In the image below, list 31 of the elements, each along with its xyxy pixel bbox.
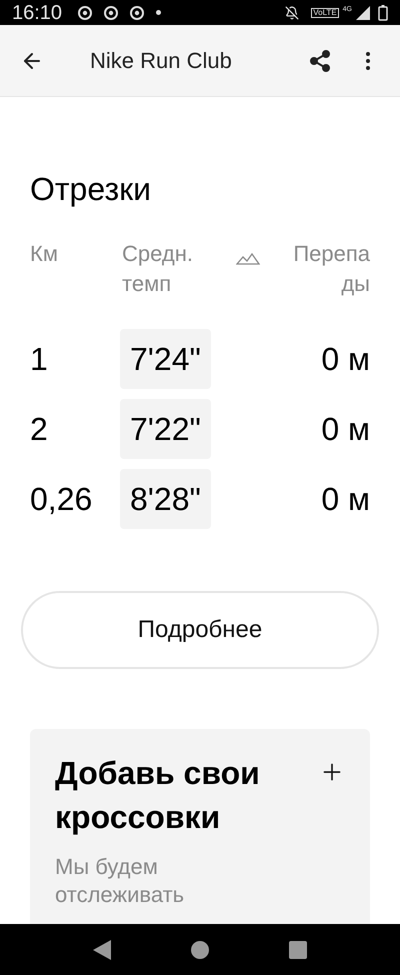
column-header: Перепа ды bbox=[292, 240, 370, 298]
table-cell-text: 0,26 bbox=[30, 480, 94, 519]
recents-icon[interactable] bbox=[289, 940, 307, 958]
back-nav-icon[interactable] bbox=[93, 940, 111, 960]
table-cell-text: 2 bbox=[30, 410, 49, 449]
section-title: Отрезки bbox=[30, 173, 152, 205]
home-icon[interactable] bbox=[191, 940, 209, 958]
table-cell-text: 0 м bbox=[321, 340, 370, 379]
elevation-icon bbox=[236, 251, 260, 265]
card-text: Мы будем отслеживать bbox=[55, 853, 186, 909]
browser-icon bbox=[104, 6, 118, 20]
battery-icon bbox=[378, 4, 388, 20]
column-header: Км bbox=[30, 240, 59, 268]
app-title: Nike Run Club bbox=[90, 47, 232, 75]
table-cell-text: 1 bbox=[30, 340, 49, 379]
card-title: Добавь свои кроссовки bbox=[55, 754, 261, 837]
browser-icon bbox=[130, 6, 144, 20]
table-cell-text: 0 м bbox=[321, 480, 370, 519]
pace-cell: 7'22" bbox=[120, 399, 211, 459]
volte-badge: VoLTE bbox=[311, 8, 339, 18]
share-icon[interactable] bbox=[308, 48, 332, 72]
clock: 16:10 bbox=[12, 0, 62, 26]
signal-icon bbox=[356, 6, 370, 20]
details-button[interactable]: Подробнее bbox=[21, 591, 379, 669]
column-header: Средн. темп bbox=[122, 240, 194, 298]
table-cell-text: 0 м bbox=[321, 410, 370, 449]
browser-icon bbox=[78, 6, 92, 20]
pace-cell: 7'24" bbox=[120, 329, 211, 389]
pace-cell: 8'28" bbox=[120, 469, 211, 529]
mute-icon bbox=[285, 6, 300, 20]
notification-dot-icon bbox=[156, 10, 162, 15]
